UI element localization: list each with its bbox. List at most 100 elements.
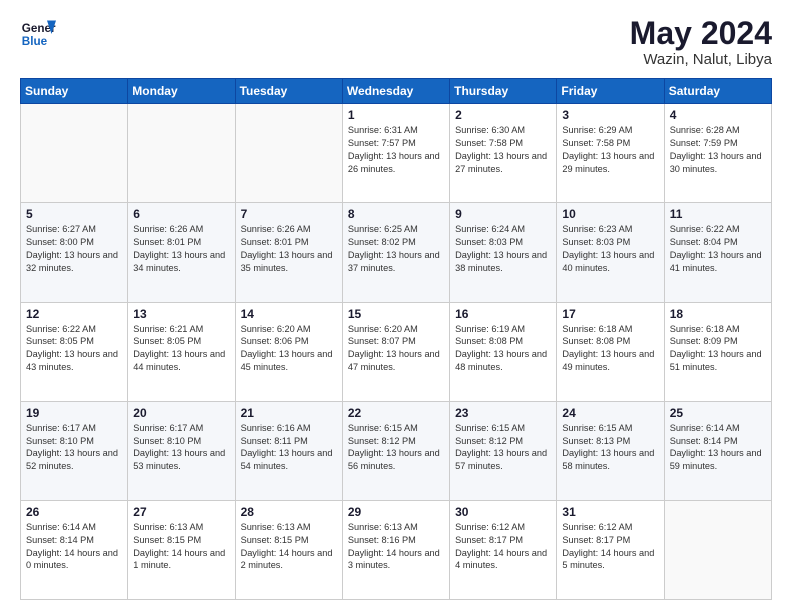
day-number: 7 (241, 207, 337, 221)
table-row: 4 Sunrise: 6:28 AM Sunset: 7:59 PM Daylig… (664, 104, 771, 203)
cell-info: Sunrise: 6:13 AM Sunset: 8:15 PM Dayligh… (133, 521, 229, 573)
day-number: 26 (26, 505, 122, 519)
day-number: 16 (455, 307, 551, 321)
cell-info: Sunrise: 6:25 AM Sunset: 8:02 PM Dayligh… (348, 223, 444, 275)
cell-info: Sunrise: 6:21 AM Sunset: 8:05 PM Dayligh… (133, 323, 229, 375)
table-row: 22 Sunrise: 6:15 AM Sunset: 8:12 PM Dayli… (342, 401, 449, 500)
table-row (664, 500, 771, 599)
day-number: 8 (348, 207, 444, 221)
day-number: 23 (455, 406, 551, 420)
cell-info: Sunrise: 6:12 AM Sunset: 8:17 PM Dayligh… (455, 521, 551, 573)
cell-info: Sunrise: 6:17 AM Sunset: 8:10 PM Dayligh… (133, 422, 229, 474)
day-number: 12 (26, 307, 122, 321)
table-row: 18Sunrise: 6:18 AM Sunset: 8:09 PM Dayli… (664, 302, 771, 401)
table-row: 13 Sunrise: 6:21 AM Sunset: 8:05 PM Dayli… (128, 302, 235, 401)
cell-info: Sunrise: 6:20 AM Sunset: 8:07 PM Dayligh… (348, 323, 444, 375)
table-row: 9Sunrise: 6:24 AM Sunset: 8:03 PM Daylig… (450, 203, 557, 302)
month-title: May 2024 (630, 16, 772, 51)
table-row: 10 Sunrise: 6:23 AM Sunset: 8:03 PM Dayli… (557, 203, 664, 302)
cell-info: Sunrise: 6:26 AM Sunset: 8:01 PM Dayligh… (133, 223, 229, 275)
table-row: 6 Sunrise: 6:26 AM Sunset: 8:01 PM Daylig… (128, 203, 235, 302)
page: General Blue May 2024 Wazin, Nalut, Liby… (0, 0, 792, 612)
cell-info: Sunrise: 6:22 AM Sunset: 8:05 PM Dayligh… (26, 323, 122, 375)
day-number: 21 (241, 406, 337, 420)
table-row: 24 Sunrise: 6:15 AM Sunset: 8:13 PM Dayli… (557, 401, 664, 500)
table-row: 23 Sunrise: 6:15 AM Sunset: 8:12 PM Dayli… (450, 401, 557, 500)
cell-info: Sunrise: 6:31 AM Sunset: 7:57 PM Dayligh… (348, 124, 444, 176)
day-number: 11 (670, 207, 766, 221)
cell-info: Sunrise: 6:14 AM Sunset: 8:14 PM Dayligh… (670, 422, 766, 474)
cell-info: Sunrise: 6:15 AM Sunset: 8:13 PM Dayligh… (562, 422, 658, 474)
cell-info: Sunrise: 6:16 AM Sunset: 8:11 PM Dayligh… (241, 422, 337, 474)
day-number: 17 (562, 307, 658, 321)
table-row: 21 Sunrise: 6:16 AM Sunset: 8:11 PM Dayli… (235, 401, 342, 500)
table-row: 12 Sunrise: 6:22 AM Sunset: 8:05 PM Dayli… (21, 302, 128, 401)
col-saturday: Saturday (664, 79, 771, 104)
day-number: 2 (455, 108, 551, 122)
cell-info: Sunrise: 6:13 AM Sunset: 8:16 PM Dayligh… (348, 521, 444, 573)
table-row: 1 Sunrise: 6:31 AM Sunset: 7:57 PM Daylig… (342, 104, 449, 203)
table-row: 19 Sunrise: 6:17 AM Sunset: 8:10 PM Dayli… (21, 401, 128, 500)
cell-info: Sunrise: 6:19 AM Sunset: 8:08 PM Dayligh… (455, 323, 551, 375)
table-row: 11 Sunrise: 6:22 AM Sunset: 8:04 PM Dayli… (664, 203, 771, 302)
title-block: May 2024 Wazin, Nalut, Libya (630, 16, 772, 68)
table-row: 7 Sunrise: 6:26 AM Sunset: 8:01 PM Daylig… (235, 203, 342, 302)
day-number: 9 (455, 207, 551, 221)
table-row: 15Sunrise: 6:20 AM Sunset: 8:07 PM Dayli… (342, 302, 449, 401)
logo: General Blue (20, 16, 56, 52)
day-number: 1 (348, 108, 444, 122)
cell-info: Sunrise: 6:22 AM Sunset: 8:04 PM Dayligh… (670, 223, 766, 275)
day-number: 4 (670, 108, 766, 122)
cell-info: Sunrise: 6:27 AM Sunset: 8:00 PM Dayligh… (26, 223, 122, 275)
cell-info: Sunrise: 6:28 AM Sunset: 7:59 PM Dayligh… (670, 124, 766, 176)
cell-info: Sunrise: 6:23 AM Sunset: 8:03 PM Dayligh… (562, 223, 658, 275)
table-row: 8 Sunrise: 6:25 AM Sunset: 8:02 PM Daylig… (342, 203, 449, 302)
table-row: 29 Sunrise: 6:13 AM Sunset: 8:16 PM Dayli… (342, 500, 449, 599)
col-friday: Friday (557, 79, 664, 104)
cell-info: Sunrise: 6:14 AM Sunset: 8:14 PM Dayligh… (26, 521, 122, 573)
table-row (21, 104, 128, 203)
cell-info: Sunrise: 6:30 AM Sunset: 7:58 PM Dayligh… (455, 124, 551, 176)
table-row: 25 Sunrise: 6:14 AM Sunset: 8:14 PM Dayli… (664, 401, 771, 500)
table-row: 17Sunrise: 6:18 AM Sunset: 8:08 PM Dayli… (557, 302, 664, 401)
col-sunday: Sunday (21, 79, 128, 104)
cell-info: Sunrise: 6:29 AM Sunset: 7:58 PM Dayligh… (562, 124, 658, 176)
day-number: 18 (670, 307, 766, 321)
location: Wazin, Nalut, Libya (630, 51, 772, 68)
day-number: 19 (26, 406, 122, 420)
cell-info: Sunrise: 6:15 AM Sunset: 8:12 PM Dayligh… (348, 422, 444, 474)
table-row: 16 Sunrise: 6:19 AM Sunset: 8:08 PM Dayli… (450, 302, 557, 401)
day-number: 24 (562, 406, 658, 420)
header: General Blue May 2024 Wazin, Nalut, Liby… (20, 16, 772, 68)
table-row (235, 104, 342, 203)
day-number: 20 (133, 406, 229, 420)
generalblue-logo-icon: General Blue (20, 16, 56, 52)
day-number: 22 (348, 406, 444, 420)
col-thursday: Thursday (450, 79, 557, 104)
day-number: 31 (562, 505, 658, 519)
table-row: 26 Sunrise: 6:14 AM Sunset: 8:14 PM Dayli… (21, 500, 128, 599)
table-row: 28Sunrise: 6:13 AM Sunset: 8:15 PM Dayli… (235, 500, 342, 599)
table-row: 30Sunrise: 6:12 AM Sunset: 8:17 PM Dayli… (450, 500, 557, 599)
day-number: 10 (562, 207, 658, 221)
col-tuesday: Tuesday (235, 79, 342, 104)
day-number: 13 (133, 307, 229, 321)
day-number: 29 (348, 505, 444, 519)
cell-info: Sunrise: 6:12 AM Sunset: 8:17 PM Dayligh… (562, 521, 658, 573)
day-number: 27 (133, 505, 229, 519)
table-row: 27 Sunrise: 6:13 AM Sunset: 8:15 PM Dayli… (128, 500, 235, 599)
table-row: 20 Sunrise: 6:17 AM Sunset: 8:10 PM Dayli… (128, 401, 235, 500)
day-number: 25 (670, 406, 766, 420)
cell-info: Sunrise: 6:20 AM Sunset: 8:06 PM Dayligh… (241, 323, 337, 375)
cell-info: Sunrise: 6:26 AM Sunset: 8:01 PM Dayligh… (241, 223, 337, 275)
day-number: 5 (26, 207, 122, 221)
cell-info: Sunrise: 6:15 AM Sunset: 8:12 PM Dayligh… (455, 422, 551, 474)
cell-info: Sunrise: 6:13 AM Sunset: 8:15 PM Dayligh… (241, 521, 337, 573)
col-wednesday: Wednesday (342, 79, 449, 104)
table-row: 14Sunrise: 6:20 AM Sunset: 8:06 PM Dayli… (235, 302, 342, 401)
day-number: 6 (133, 207, 229, 221)
svg-text:Blue: Blue (22, 35, 48, 48)
table-row (128, 104, 235, 203)
day-number: 3 (562, 108, 658, 122)
cell-info: Sunrise: 6:17 AM Sunset: 8:10 PM Dayligh… (26, 422, 122, 474)
